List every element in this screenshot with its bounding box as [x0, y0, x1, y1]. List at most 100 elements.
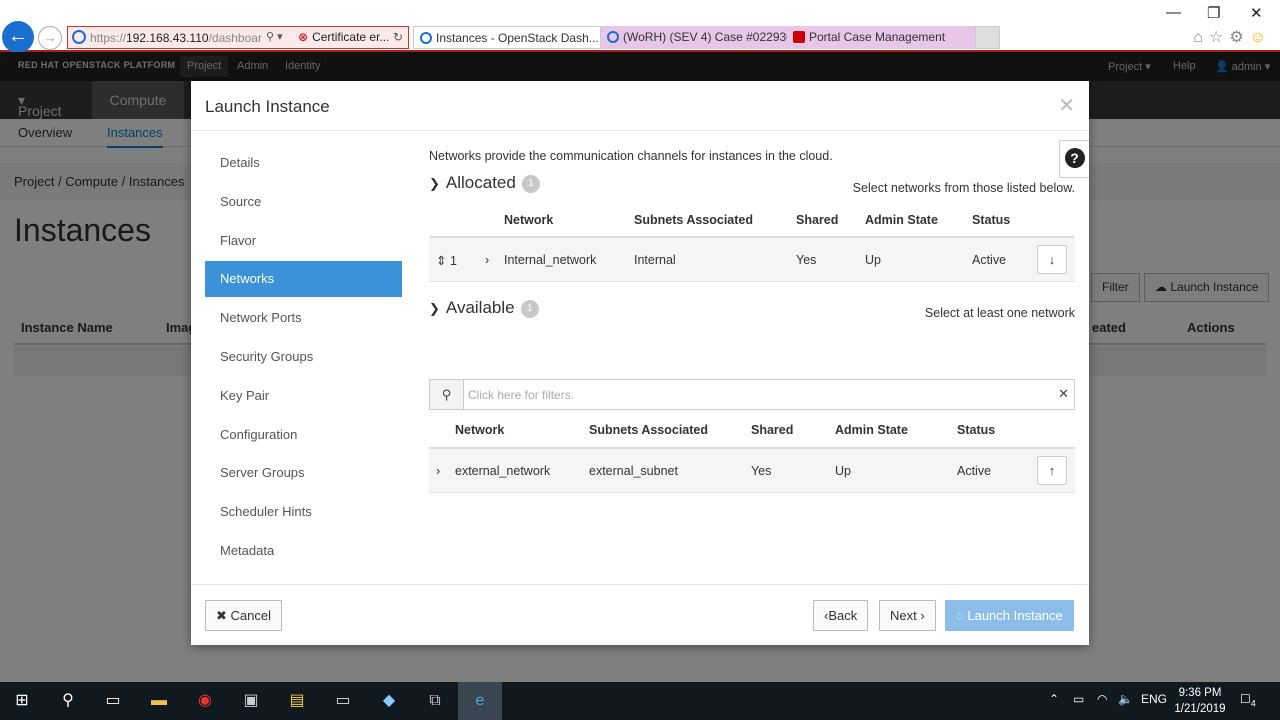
redhat-tab-icon	[793, 31, 805, 43]
search-icon[interactable]: ⚲	[56, 689, 80, 713]
wifi-icon[interactable]: ◠	[1097, 692, 1107, 706]
chevron-down-icon: ❯	[429, 176, 440, 191]
deallocate-button[interactable]: ↓	[1037, 245, 1067, 274]
allocated-section-toggle[interactable]: ❯ Allocated 1	[429, 173, 540, 193]
expand-row-icon[interactable]: ›	[485, 253, 489, 267]
task-view-icon[interactable]: ▭	[101, 689, 125, 713]
notifications-icon[interactable]: ☐4	[1240, 692, 1256, 708]
certificate-error[interactable]: ⊗ Certificate er...	[298, 30, 389, 44]
avail-col-admin-state: Admin State	[835, 423, 908, 437]
chrome-icon[interactable]: ◉	[193, 689, 217, 713]
tray-expand-icon[interactable]: ⌃	[1049, 692, 1059, 706]
avail-col-status: Status	[957, 423, 996, 437]
alloc-col-network: Network	[504, 213, 554, 227]
browser-tab-portal[interactable]: Portal Case Management	[787, 26, 975, 49]
new-tab-button[interactable]	[975, 26, 1000, 49]
wizard-step-networks[interactable]: Networks	[205, 261, 402, 298]
address-bar[interactable]: https://192.168.43.110/dashboard/ ⚲ ▾ ⊗C…	[67, 26, 409, 49]
ie-tab-icon	[420, 32, 432, 44]
arrow-down-icon: ↓	[1048, 252, 1056, 267]
allocated-network-name: Internal_network	[504, 253, 597, 267]
clear-search-icon[interactable]: ✕	[1058, 386, 1069, 402]
cancel-button[interactable]: ✖ Cancel	[205, 600, 282, 631]
wizard-step-metadata[interactable]: Metadata	[205, 533, 402, 569]
back-arrow-icon[interactable]: ←	[2, 21, 34, 53]
search-icon: ⚲	[430, 380, 464, 409]
wizard-step-key-pair[interactable]: Key Pair	[205, 378, 402, 414]
alloc-col-admin-state: Admin State	[865, 213, 938, 227]
available-row: › external_network external_subnet Yes U…	[429, 449, 1075, 493]
allocated-count-badge: 1	[521, 175, 540, 193]
error-icon: ⊗	[298, 30, 309, 44]
app-icon[interactable]: ▣	[239, 689, 263, 713]
wizard-step-server-groups[interactable]: Server Groups	[205, 455, 402, 491]
available-status: Active	[957, 464, 992, 478]
wizard-step-network-ports[interactable]: Network Ports	[205, 300, 402, 336]
settings-gear-icon[interactable]: ⚙	[1229, 29, 1249, 46]
close-icon[interactable]: ✕	[1058, 93, 1075, 118]
allocated-shared: Yes	[796, 253, 817, 267]
network-app-icon[interactable]: ⧉	[423, 689, 447, 713]
avail-col-shared: Shared	[751, 423, 794, 437]
browser-tab-case[interactable]: (WoRH) (SEV 4) Case #0229307...	[601, 26, 787, 49]
available-network-name: external_network	[455, 464, 551, 478]
help-button[interactable]: ?	[1059, 140, 1089, 178]
battery-icon[interactable]: ▭	[1073, 692, 1084, 706]
available-section-toggle[interactable]: ❯ Available 1	[429, 298, 539, 318]
spinner-icon: ◌	[956, 608, 964, 623]
wizard-nav: Details Source Flavor Networks Network P…	[205, 145, 402, 572]
drag-handle[interactable]: ⇕ 1	[436, 253, 457, 268]
restore-icon[interactable]: ❐	[1207, 4, 1220, 22]
available-help-text: Select at least one network	[924, 306, 1075, 320]
terminal-icon[interactable]: ▭	[331, 689, 355, 713]
wizard-step-security-groups[interactable]: Security Groups	[205, 339, 402, 375]
wizard-step-details[interactable]: Details	[205, 145, 402, 181]
search-input[interactable]	[468, 385, 1048, 405]
modal-title: Launch Instance	[205, 97, 330, 116]
notepad-icon[interactable]: ◆	[377, 689, 401, 713]
back-button[interactable]: ‹Back	[813, 600, 869, 631]
address-url: https://192.168.43.110/dashboard/	[90, 31, 262, 45]
clock-date: 1/21/2019	[1174, 703, 1226, 715]
language-indicator[interactable]: ENG	[1141, 692, 1167, 706]
available-shared: Yes	[751, 464, 772, 478]
expand-row-icon[interactable]: ›	[436, 464, 440, 478]
next-button[interactable]: Next ›	[879, 600, 936, 631]
allocated-admin-state: Up	[865, 253, 881, 267]
feedback-smiley-icon[interactable]: ☺	[1250, 29, 1272, 46]
browser-tab-instances[interactable]: Instances - OpenStack Dash...✕	[413, 26, 601, 49]
minimize-icon[interactable]: —	[1166, 4, 1181, 21]
refresh-icon[interactable]: ↻	[393, 30, 403, 44]
app-yellow-icon[interactable]: ▤	[285, 689, 309, 713]
networks-intro: Networks provide the communication chann…	[429, 149, 833, 163]
available-subnets: external_subnet	[589, 464, 678, 478]
launch-instance-button[interactable]: ◌ Launch Instance	[945, 600, 1074, 631]
internet-explorer-icon[interactable]: e	[468, 689, 492, 713]
taskbar: ⊞ ⚲ ▭ ▬ ◉ ▣ ▤ ▭ ◆ ⧉ e ⌃ ▭ ◠ 🔈 ENG 9:36 P…	[0, 682, 1280, 720]
wizard-step-flavor[interactable]: Flavor	[205, 223, 402, 259]
available-search: ⚲ ✕	[429, 379, 1075, 410]
forward-arrow-icon[interactable]: →	[38, 26, 62, 50]
modal-footer: ✖ Cancel ‹Back Next › ◌ Launch Instance	[191, 584, 1089, 645]
windows-start-icon[interactable]: ⊞	[10, 689, 34, 713]
clock-time: 9:36 PM	[1178, 687, 1222, 699]
volume-icon[interactable]: 🔈	[1118, 692, 1133, 706]
sort-updown-icon: ⇕	[436, 254, 447, 268]
clock[interactable]: 9:36 PM 1/21/2019	[1170, 685, 1230, 717]
favorites-star-icon[interactable]: ☆	[1209, 29, 1229, 46]
wizard-step-scheduler-hints[interactable]: Scheduler Hints	[205, 494, 402, 530]
avail-col-subnets: Subnets Associated	[589, 423, 709, 437]
file-explorer-icon[interactable]: ▬	[147, 689, 171, 713]
allocate-button[interactable]: ↑	[1037, 456, 1067, 485]
available-admin-state: Up	[835, 464, 851, 478]
ie-page-icon	[72, 30, 86, 44]
close-icon: ✖	[216, 608, 227, 623]
allocated-row: ⇕ 1 › Internal_network Internal Yes Up A…	[429, 238, 1075, 282]
available-count-badge: 1	[520, 300, 539, 318]
search-dropdown-icon[interactable]: ⚲ ▾	[266, 30, 283, 43]
wizard-step-configuration[interactable]: Configuration	[205, 417, 402, 453]
home-icon[interactable]: ⌂	[1193, 29, 1209, 46]
wizard-step-source[interactable]: Source	[205, 184, 402, 220]
alloc-col-shared: Shared	[796, 213, 839, 227]
close-window-icon[interactable]: ✕	[1250, 4, 1263, 22]
